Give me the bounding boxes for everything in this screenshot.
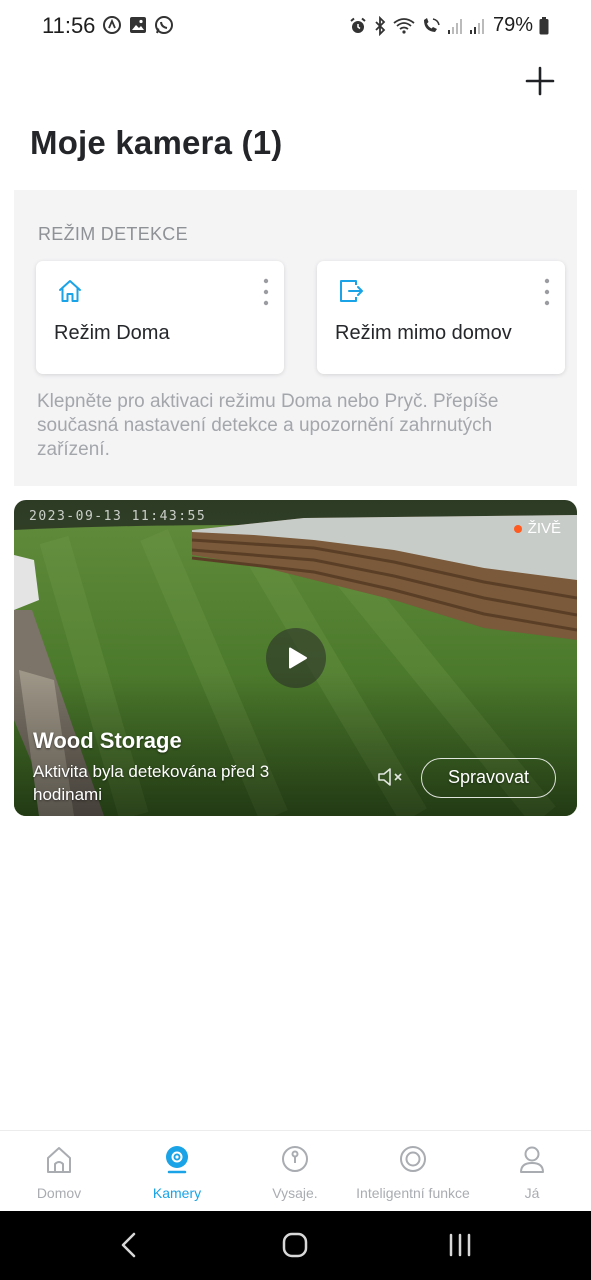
home-icon [47,1147,71,1173]
nav-item-cameras[interactable]: Kamery [135,1131,219,1212]
live-indicator: ŽIVĚ [513,520,561,537]
status-bar: 11:56 79% [0,0,591,52]
signal-icon [469,18,484,34]
robot-vacuum-icon [282,1146,308,1172]
gallery-icon [130,17,146,33]
status-time: 11:56 [42,13,96,38]
alarm-icon [350,17,366,33]
exit-icon [340,280,363,302]
play-button[interactable] [266,628,326,688]
battery-icon [539,16,549,34]
live-label: ŽIVĚ [527,520,561,537]
nav-label-smart-functions: Inteligentní funkce [356,1185,470,1201]
system-navigation-bar [0,1211,591,1280]
signal-icon [447,18,462,34]
nav-item-smart-functions[interactable]: Inteligentní funkce [350,1131,476,1212]
status-system-icons: 79% [349,14,549,37]
battery-percentage: 79% [492,14,533,36]
manage-button[interactable]: Spravovat [421,758,556,798]
nav-label-home: Domov [36,1185,82,1201]
home-mode-card[interactable]: Režim Doma [36,261,284,374]
live-dot-icon [513,524,522,533]
detection-mode-section: REŽIM DETEKCE Režim Doma Režim mimo domo… [14,190,577,486]
nav-item-home[interactable]: Domov [18,1131,100,1212]
bottom-navigation: Domov Kamery Vysaje. Inteligentní funkce… [0,1130,591,1211]
status-notification-icons [102,15,174,35]
bluetooth-icon [375,15,386,36]
nav-label-vacuum: Vysaje. [272,1185,318,1201]
recent-apps-icon[interactable] [447,1231,473,1259]
data-saver-icon [103,16,121,34]
more-options-icon[interactable] [260,277,272,307]
home-button-icon[interactable] [281,1231,309,1259]
detection-mode-description: Klepněte pro aktivaci režimu Doma nebo P… [37,391,499,460]
more-options-icon[interactable] [541,277,553,307]
play-icon [289,647,307,669]
away-mode-label: Režim mimo domov [335,322,512,344]
camera-activity: Aktivita byla detekována před 3 hodinami [33,762,270,804]
whatsapp-icon [155,16,173,34]
camera-name: Wood Storage [33,728,182,753]
smart-functions-icon [400,1146,426,1172]
camera-icon [166,1146,188,1174]
home-mode-label: Režim Doma [54,322,170,344]
away-mode-card[interactable]: Režim mimo domov [317,261,565,374]
wifi-call-icon [393,17,415,34]
user-icon [520,1146,544,1173]
add-device-icon[interactable] [523,64,557,98]
speaker-muted-icon[interactable] [377,766,407,788]
nav-item-vacuum[interactable]: Vysaje. [254,1131,336,1212]
detection-mode-heading: REŽIM DETEKCE [38,224,188,244]
camera-card[interactable]: 2023-09-13 11:43:55 ŽIVĚ Wood Storage Ak… [14,500,577,816]
page-title: Moje kamera (1) [30,124,283,161]
nav-label-me: Já [524,1185,540,1201]
back-icon[interactable] [118,1231,140,1259]
nav-item-me[interactable]: Já [490,1131,574,1212]
volte-call-icon [423,17,440,32]
camera-timestamp: 2023-09-13 11:43:55 [29,509,207,524]
home-icon [59,280,81,302]
nav-label-cameras: Kamery [152,1185,202,1201]
